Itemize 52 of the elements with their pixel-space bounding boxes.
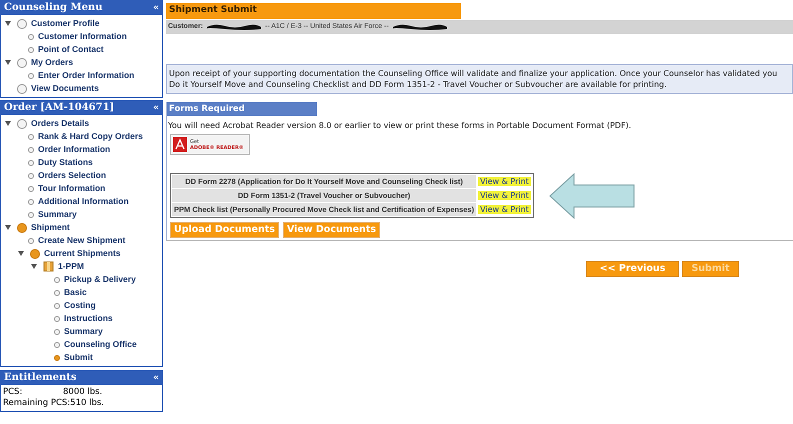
menu-item[interactable]: Rank & Hard Copy Orders [38,130,143,143]
entitlement-value: 8000 lbs. [63,387,102,398]
expand-toggle[interactable] [5,21,13,26]
entitlement-label: PCS: [3,387,24,398]
menu-item[interactable]: Submit [64,351,93,364]
panel-title: Entitlements [4,371,77,385]
menu-item[interactable]: Point of Contact [38,43,104,56]
menu-item[interactable]: Customer Information [38,30,127,43]
entitlement-label: Remaining PCS: [3,398,70,409]
expand-toggle[interactable] [5,60,13,65]
view-print-link[interactable]: View & Print [478,176,531,186]
collapse-button[interactable]: « [153,101,159,115]
menu-item[interactable]: Orders Details [31,117,90,130]
menu-item[interactable]: Instructions [64,312,113,325]
entitlement-value: 510 lbs. [70,398,104,409]
menu-item[interactable]: Enter Order Information [38,69,134,82]
menu-item[interactable]: Pickup & Delivery [64,273,136,286]
menu-item[interactable]: Tour Information [38,182,106,195]
menu-item[interactable]: Summary [38,208,77,221]
menu-item[interactable]: Additional Information [38,195,129,208]
redaction-mark [205,23,264,31]
collapse-button[interactable]: « [153,1,159,15]
panel-title: Order [AM-104671] [4,101,114,115]
menu-item[interactable]: My Orders [31,56,74,69]
view-print-link[interactable]: View & Print [478,190,531,200]
collapse-button[interactable]: « [153,371,159,385]
pdf-icon [173,137,187,152]
expand-toggle[interactable] [18,251,26,256]
panel-title: Counseling Menu [4,1,102,15]
expand-toggle[interactable] [5,225,13,230]
forms-note: You will need Acrobat Reader version 8.0 or earlier to view or print these forms in Portable Document Format (PDF). [167,120,632,132]
menu-item[interactable]: Shipment [31,221,70,234]
section-header: Forms Required [167,102,317,116]
expand-toggle[interactable] [5,121,13,126]
menu-item[interactable]: Order Information [38,143,110,156]
menu-item[interactable]: Summary [64,325,103,338]
menu-item[interactable]: Duty Stations [38,156,93,169]
menu-item[interactable]: View Documents [31,82,99,95]
notice-text: Upon receipt of your supporting documentation the Counseling Office will validate and finalize your application. Once your Counselor has validated you [169,68,778,79]
menu-item[interactable]: Counseling Office [64,338,137,351]
expand-toggle[interactable] [31,264,39,269]
redaction-mark [390,23,449,31]
menu-item[interactable]: Create New Shipment [38,234,126,247]
menu-item[interactable]: Costing [64,299,96,312]
menu-item[interactable]: Customer Profile [31,17,100,30]
menu-item[interactable]: 1-PPM [58,260,84,273]
menu-item[interactable]: Current Shipments [44,247,121,260]
view-print-link[interactable]: View & Print [478,204,531,214]
page-title: Shipment Submit [166,3,461,19]
menu-item[interactable]: Orders Selection [38,169,106,182]
notice-text: Do it Yourself Move and Counseling Checklist and DD Form 1351-2 - Travel Voucher or Subvoucher are available for printing. [169,79,668,90]
menu-item[interactable]: Basic [64,286,87,299]
